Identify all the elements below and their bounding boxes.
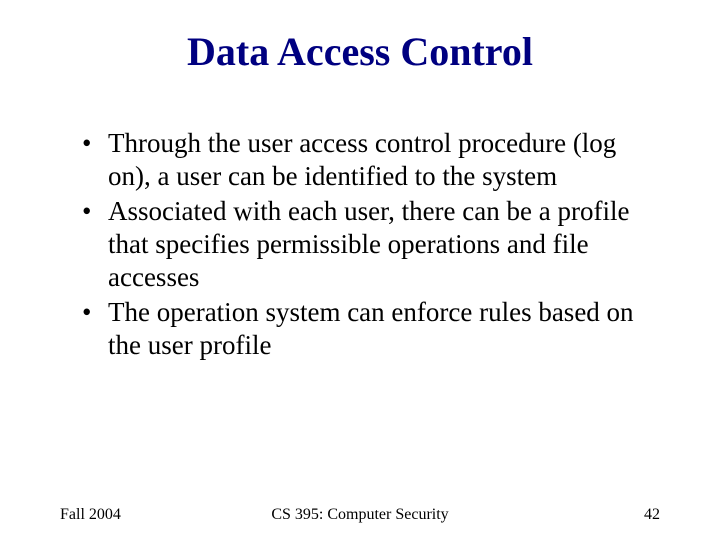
slide: Data Access Control Through the user acc… (0, 0, 720, 540)
footer-course: CS 395: Computer Security (0, 506, 720, 524)
list-item: Through the user access control procedur… (82, 127, 660, 193)
list-item: Associated with each user, there can be … (82, 195, 660, 294)
footer-page-number: 42 (644, 506, 660, 524)
list-item: The operation system can enforce rules b… (82, 296, 660, 362)
slide-title: Data Access Control (60, 28, 660, 75)
bullet-list: Through the user access control procedur… (82, 127, 660, 362)
